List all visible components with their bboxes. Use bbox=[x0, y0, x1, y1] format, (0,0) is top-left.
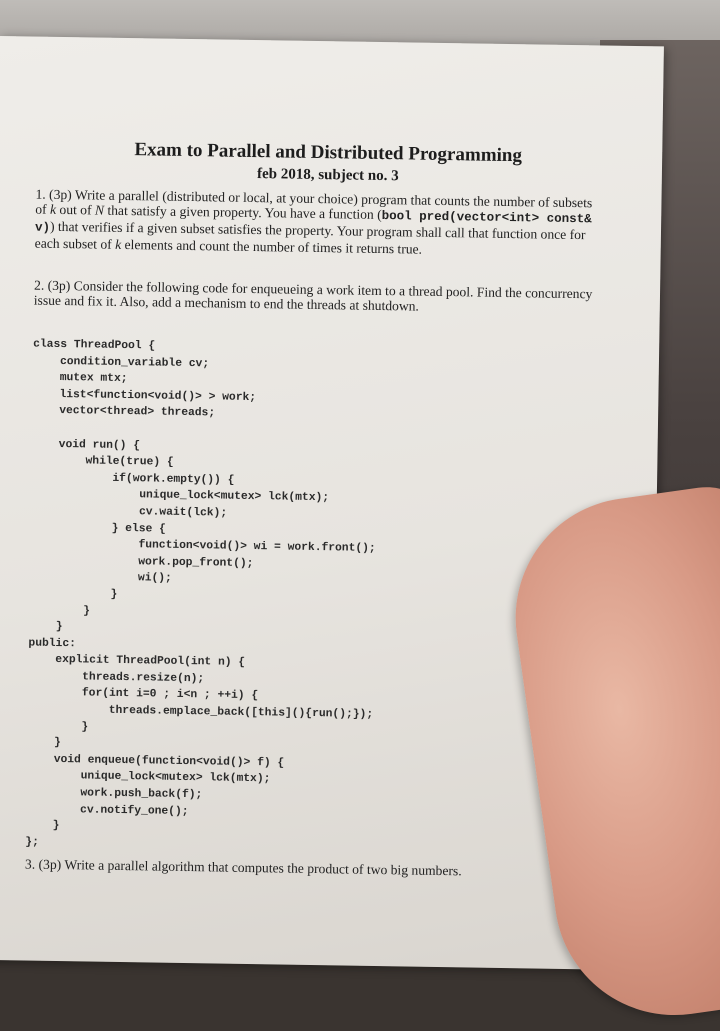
code-block: class ThreadPool { condition_variable cv… bbox=[25, 337, 593, 860]
question-3: 3. (3p) Write a parallel algorithm that … bbox=[24, 856, 462, 879]
q1-text-e: elements and count the number of times i… bbox=[121, 236, 423, 257]
question-1: 1. (3p) Write a parallel (distributed or… bbox=[35, 187, 606, 260]
q1-text-b: out of bbox=[55, 201, 96, 218]
q1-n: N bbox=[94, 202, 105, 218]
question-2: 2. (3p) Consider the following code for … bbox=[33, 277, 593, 314]
q1-text-c: that satisfy a given property. You have … bbox=[103, 202, 382, 223]
